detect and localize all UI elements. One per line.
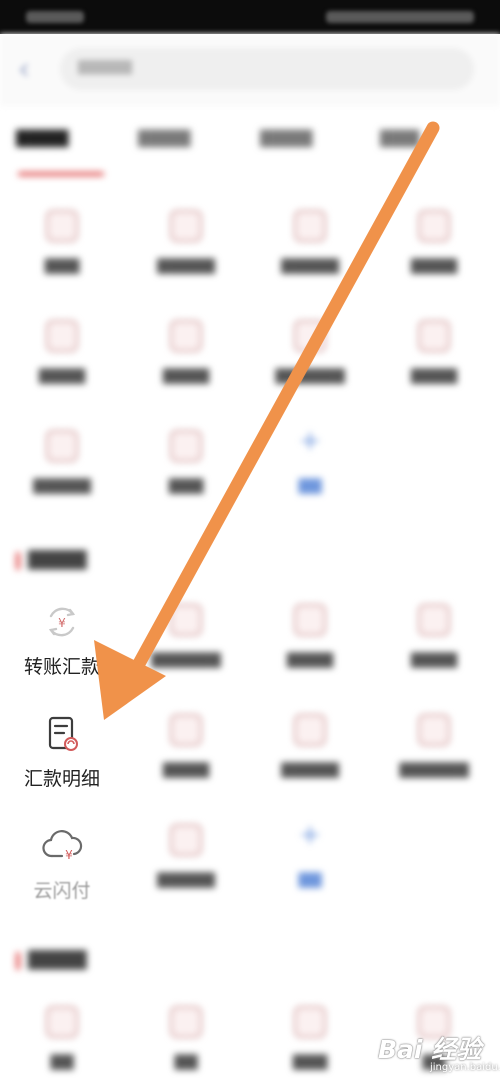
- grid-cell[interactable]: ▇▇▇: [2, 204, 122, 304]
- remittance-detail-item[interactable]: 汇款明细: [2, 714, 122, 791]
- grid-cell[interactable]: ▇▇▇▇: [126, 314, 246, 414]
- grid-cell[interactable]: ▇▇▇▇: [374, 314, 494, 414]
- blurred-grid-top: ▇▇▇ ▇▇▇▇▇ ▇▇▇▇▇ ▇▇▇▇ ▇▇▇▇ ▇▇▇▇ ▇▇▇▇▇▇ ▇▇…: [0, 196, 500, 526]
- grid-cell[interactable]: ▇▇▇▇▇▇: [126, 598, 246, 698]
- grid-cell[interactable]: ▇▇▇▇▇▇: [374, 708, 494, 808]
- baidu-watermark: Bai 经验 jingyan.baidu.com: [372, 1022, 500, 1078]
- active-tab-indicator: [18, 172, 104, 176]
- status-left-blob: [26, 11, 84, 23]
- status-bar: [0, 0, 500, 34]
- cloud-quickpass-label: 云闪付: [33, 880, 91, 902]
- grid-cell[interactable]: ▇▇▇▇: [126, 708, 246, 808]
- grid-cell[interactable]: ▇▇▇▇▇: [250, 708, 370, 808]
- grid-cell[interactable]: ▇▇▇▇: [374, 598, 494, 698]
- grid-cell[interactable]: ▇▇▇▇▇▇: [250, 314, 370, 414]
- category-tabs: ▇▇▇▇ ▇▇▇▇ ▇▇▇▇ ▇▇▇: [0, 116, 500, 186]
- transfer-remittance-label: 转账汇款: [23, 656, 100, 678]
- blurred-section-header: ▇▇▇▇: [0, 540, 500, 580]
- search-input[interactable]: ▇▇▇▇▇: [60, 48, 474, 90]
- status-right-blob: [326, 11, 474, 23]
- cloud-yen-icon: ¥: [42, 830, 83, 862]
- watermark-main: Bai 经验: [378, 1035, 482, 1064]
- tab-2[interactable]: ▇▇▇▇: [138, 128, 190, 148]
- tab-4[interactable]: ▇▇▇: [380, 128, 419, 148]
- search-placeholder-blob: ▇▇▇▇▇: [78, 59, 132, 75]
- svg-text:¥: ¥: [58, 616, 66, 630]
- grid-cell[interactable]: ▇▇▇: [250, 1000, 370, 1084]
- grid-cell[interactable]: ▇▇▇▇▇: [250, 204, 370, 304]
- transfer-remittance-item[interactable]: ¥ 转账汇款: [2, 602, 122, 679]
- remittance-detail-label: 汇款明细: [23, 768, 100, 790]
- grid-cell[interactable]: ▇▇▇: [126, 424, 246, 524]
- grid-cell[interactable]: ▇▇▇▇: [374, 204, 494, 304]
- transfer-yen-icon: ¥: [48, 607, 76, 637]
- grid-cell[interactable]: ▇▇: [126, 1000, 246, 1084]
- tab-1[interactable]: ▇▇▇▇: [16, 128, 68, 148]
- cloud-quickpass-item[interactable]: ¥ 云闪付: [2, 826, 122, 903]
- svg-text:¥: ¥: [65, 848, 73, 862]
- watermark-sub: jingyan.baidu.com: [430, 1062, 500, 1073]
- grid-more-cell[interactable]: + ▇▇: [250, 424, 370, 524]
- grid-cell[interactable]: ▇▇▇▇: [2, 314, 122, 414]
- tab-3[interactable]: ▇▇▇▇: [260, 128, 312, 148]
- grid-cell[interactable]: ▇▇▇▇▇: [126, 818, 246, 918]
- navigation-bar: ‹ ▇▇▇▇▇: [0, 34, 500, 106]
- grid-cell[interactable]: ▇▇▇▇▇: [2, 424, 122, 524]
- back-arrow-icon[interactable]: ‹: [18, 52, 48, 88]
- remittance-detail-icon: [48, 716, 78, 751]
- grid-more-cell[interactable]: + ▇▇: [250, 818, 370, 918]
- grid-cell[interactable]: ▇▇: [2, 1000, 122, 1084]
- grid-cell[interactable]: ▇▇▇▇: [250, 598, 370, 698]
- grid-cell[interactable]: ▇▇▇▇▇: [126, 204, 246, 304]
